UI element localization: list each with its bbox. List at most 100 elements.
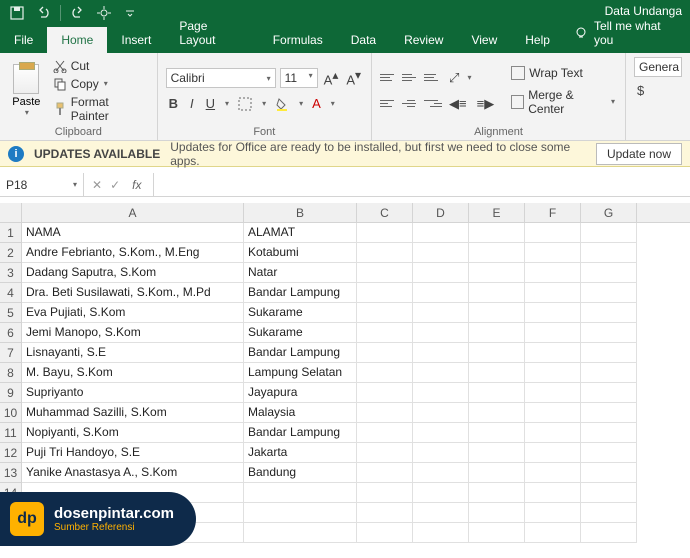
cell[interactable]: [469, 523, 525, 543]
align-middle-icon[interactable]: [402, 70, 420, 86]
cell[interactable]: [581, 283, 637, 303]
row-header[interactable]: 10: [0, 403, 22, 423]
column-header[interactable]: B: [244, 203, 357, 222]
decrease-font-icon[interactable]: A▾: [344, 68, 363, 87]
cell[interactable]: [525, 343, 581, 363]
tab-help[interactable]: Help: [511, 27, 564, 53]
column-header[interactable]: E: [469, 203, 525, 222]
cell[interactable]: [244, 503, 357, 523]
cell[interactable]: [413, 403, 469, 423]
cell[interactable]: [469, 503, 525, 523]
tab-view[interactable]: View: [457, 27, 511, 53]
cell[interactable]: [581, 323, 637, 343]
cell[interactable]: Jayapura: [244, 383, 357, 403]
cell[interactable]: [357, 383, 413, 403]
cell[interactable]: [581, 383, 637, 403]
cell[interactable]: [469, 323, 525, 343]
cell[interactable]: [581, 243, 637, 263]
cell[interactable]: Sukarame: [244, 303, 357, 323]
row-header[interactable]: 3: [0, 263, 22, 283]
cell[interactable]: [357, 463, 413, 483]
cell[interactable]: [413, 483, 469, 503]
wrap-text-button[interactable]: Wrap Text: [509, 64, 617, 82]
tab-page-layout[interactable]: Page Layout: [165, 13, 258, 53]
enter-formula-icon[interactable]: ✓: [110, 178, 120, 192]
row-header[interactable]: 2: [0, 243, 22, 263]
cell[interactable]: NAMA: [22, 223, 244, 243]
cell[interactable]: [525, 523, 581, 543]
cell[interactable]: [469, 263, 525, 283]
cell[interactable]: Jemi Manopo, S.Kom: [22, 323, 244, 343]
copy-button[interactable]: Copy▾: [51, 76, 149, 92]
tab-data[interactable]: Data: [337, 27, 390, 53]
cell[interactable]: [525, 363, 581, 383]
cell[interactable]: Malaysia: [244, 403, 357, 423]
column-header[interactable]: G: [581, 203, 637, 222]
decrease-indent-icon[interactable]: ◀≡: [446, 94, 470, 114]
cell[interactable]: Kotabumi: [244, 243, 357, 263]
font-size-select[interactable]: 11▾: [280, 68, 318, 88]
cell[interactable]: [413, 323, 469, 343]
undo-icon[interactable]: [32, 2, 54, 24]
cell[interactable]: [525, 283, 581, 303]
cell[interactable]: [357, 323, 413, 343]
cell[interactable]: Dra. Beti Susilawati, S.Kom., M.Pd: [22, 283, 244, 303]
cell[interactable]: Bandar Lampung: [244, 343, 357, 363]
underline-button[interactable]: U: [203, 94, 218, 113]
cell[interactable]: [469, 363, 525, 383]
row-header[interactable]: 9: [0, 383, 22, 403]
cell[interactable]: [581, 523, 637, 543]
paste-button[interactable]: Paste ▾: [8, 57, 45, 124]
cell[interactable]: Bandar Lampung: [244, 283, 357, 303]
column-header[interactable]: D: [413, 203, 469, 222]
cancel-formula-icon[interactable]: ✕: [92, 178, 102, 192]
cell[interactable]: M. Bayu, S.Kom: [22, 363, 244, 383]
cell[interactable]: Natar: [244, 263, 357, 283]
align-top-icon[interactable]: [380, 70, 398, 86]
cell[interactable]: [469, 343, 525, 363]
cell[interactable]: Puji Tri Handoyo, S.E: [22, 443, 244, 463]
column-header[interactable]: C: [357, 203, 413, 222]
cell[interactable]: [525, 463, 581, 483]
cell[interactable]: [581, 363, 637, 383]
cell[interactable]: [581, 463, 637, 483]
column-header[interactable]: A: [22, 203, 244, 222]
cell[interactable]: [469, 403, 525, 423]
cell[interactable]: [469, 383, 525, 403]
formula-input[interactable]: [153, 173, 690, 196]
cell[interactable]: [581, 343, 637, 363]
increase-indent-icon[interactable]: ≡▶: [474, 94, 498, 114]
cell[interactable]: [413, 223, 469, 243]
cell[interactable]: [525, 403, 581, 423]
fill-color-button[interactable]: [272, 95, 292, 113]
cell[interactable]: [413, 303, 469, 323]
cell[interactable]: Lampung Selatan: [244, 363, 357, 383]
cell[interactable]: [581, 263, 637, 283]
row-header[interactable]: 7: [0, 343, 22, 363]
cell[interactable]: [581, 423, 637, 443]
increase-font-icon[interactable]: A▴: [322, 68, 341, 87]
cell[interactable]: [357, 243, 413, 263]
font-color-button[interactable]: A: [309, 94, 324, 113]
tab-review[interactable]: Review: [390, 27, 457, 53]
cell[interactable]: [413, 463, 469, 483]
cell[interactable]: [581, 223, 637, 243]
tell-me[interactable]: Tell me what you: [564, 13, 690, 53]
cell[interactable]: [357, 343, 413, 363]
cell[interactable]: [357, 263, 413, 283]
cell[interactable]: [413, 443, 469, 463]
cell[interactable]: [413, 383, 469, 403]
update-now-button[interactable]: Update now: [596, 143, 682, 165]
cell[interactable]: Andre Febrianto, S.Kom., M.Eng: [22, 243, 244, 263]
bold-button[interactable]: B: [166, 94, 181, 113]
row-header[interactable]: 4: [0, 283, 22, 303]
cell[interactable]: [581, 403, 637, 423]
cell[interactable]: [525, 443, 581, 463]
cell[interactable]: [357, 443, 413, 463]
cell[interactable]: [469, 463, 525, 483]
italic-button[interactable]: I: [187, 94, 197, 113]
cell[interactable]: [357, 223, 413, 243]
cell[interactable]: [525, 303, 581, 323]
cell[interactable]: [357, 283, 413, 303]
row-header[interactable]: 1: [0, 223, 22, 243]
